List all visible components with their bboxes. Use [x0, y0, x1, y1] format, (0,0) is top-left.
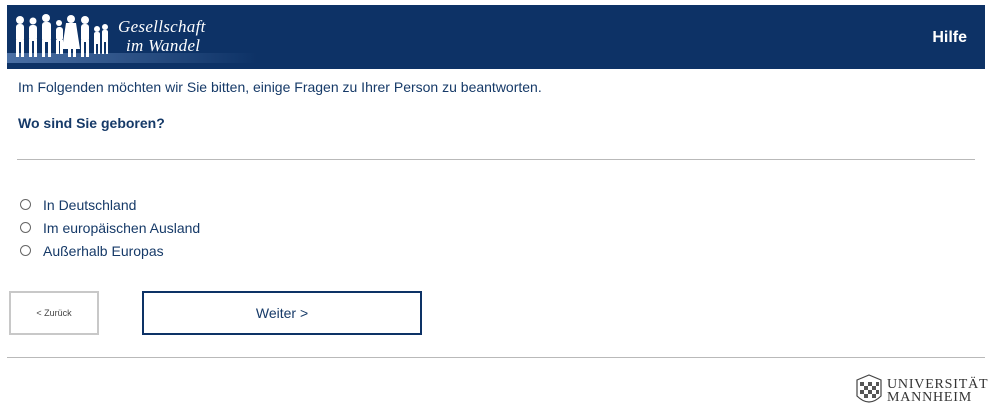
- logo-wordmark: Gesellschaft im Wandel: [118, 17, 206, 55]
- logo-line-2: im Wandel: [126, 36, 201, 55]
- university-seal-icon: [856, 374, 882, 403]
- option-in-deutschland[interactable]: In Deutschland: [20, 193, 200, 216]
- gesellschaft-im-wandel-logo: Gesellschaft im Wandel: [7, 5, 257, 69]
- option-label: In Deutschland: [43, 196, 137, 213]
- site-header: Gesellschaft im Wandel Hilfe: [7, 5, 985, 69]
- option-label: Im europäischen Ausland: [43, 219, 201, 236]
- universitaet-mannheim-logo: UNIVERSITÄT MANNHEIM: [853, 372, 988, 413]
- question-title: Wo sind Sie geboren?: [18, 115, 165, 131]
- back-button[interactable]: < Zurück: [9, 291, 99, 335]
- radio-button[interactable]: [20, 245, 31, 256]
- radio-button[interactable]: [20, 222, 31, 233]
- university-wordmark: UNIVERSITÄT MANNHEIM: [887, 378, 988, 405]
- help-link[interactable]: Hilfe: [932, 29, 967, 47]
- footer-divider: [7, 357, 985, 358]
- option-label: Außerhalb Europas: [43, 242, 164, 259]
- logo-line-1: Gesellschaft: [118, 17, 206, 36]
- option-ausserhalb-europas[interactable]: Außerhalb Europas: [20, 239, 200, 262]
- university-line-2: MANNHEIM: [887, 390, 972, 405]
- option-im-europaeischen-ausland[interactable]: Im europäischen Ausland: [20, 216, 200, 239]
- intro-text: Im Folgenden möchten wir Sie bitten, ein…: [18, 79, 542, 95]
- question-divider: [17, 159, 975, 160]
- next-button[interactable]: Weiter >: [142, 291, 422, 335]
- answer-options: In Deutschland Im europäischen Ausland A…: [20, 193, 200, 262]
- radio-button[interactable]: [20, 199, 31, 210]
